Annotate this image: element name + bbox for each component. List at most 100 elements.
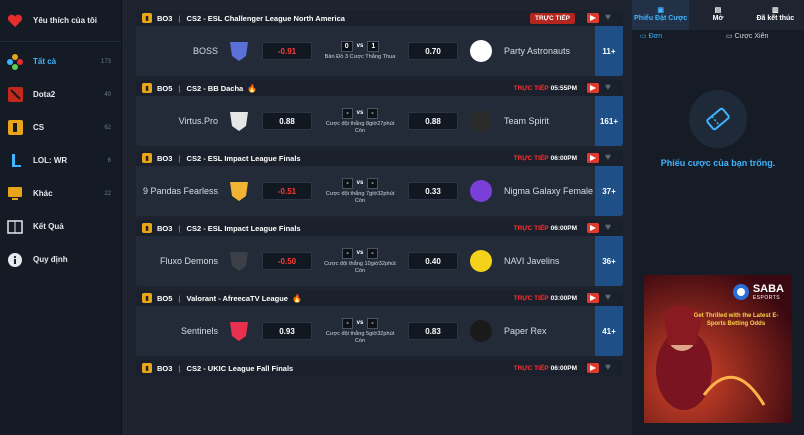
favorite-heart-icon[interactable]: ♥: [605, 293, 617, 303]
promo-banner[interactable]: SABA ESPORTS Get Thrilled with the Latest…: [644, 275, 792, 423]
ticket-icon: ▣: [657, 7, 664, 14]
bet-type-tabs: ▭ Đơn ▭ Cược Xiên: [632, 30, 804, 42]
match-status: - vs - Cược đội thắng 7giờ32phút Còn: [320, 177, 400, 205]
live-badge: TRỰC TIẾP: [513, 364, 549, 372]
away-team-logo: [466, 246, 496, 276]
league-name: CS2 - ESL Impact League Finals: [186, 223, 301, 233]
sidebar-item-label: Quy định: [33, 255, 68, 264]
bet-slip-panel: ▣ Phiếu Đặt Cược ▤ Mở ▥ Đã kết thúc ▭ Đơ…: [632, 0, 804, 435]
tab-parlay[interactable]: ▭ Cược Xiên: [718, 30, 804, 42]
best-of-label: BO3: [157, 13, 173, 23]
home-odds-button[interactable]: -0.51: [262, 182, 312, 200]
home-team-name[interactable]: Virtus.Pro: [136, 116, 224, 126]
scoreline: - vs -: [320, 247, 400, 259]
monitor-icon: [6, 185, 24, 203]
away-odds-button[interactable]: 0.33: [408, 182, 458, 200]
favorite-heart-icon[interactable]: ♥: [605, 13, 617, 23]
home-score: -: [342, 317, 353, 329]
match-card: ▮ BO5 | CS2 - BB Dacha 🔥 TRỰC TIẾP 05:55…: [136, 80, 623, 146]
stream-play-button[interactable]: [587, 153, 599, 163]
live-badge: TRỰC TIẾP: [513, 294, 549, 302]
match-status: - vs - Cược đội thắng 8giờ27phút Còn: [320, 107, 400, 135]
sidebar-item-lolwr[interactable]: LOL: WR 6: [0, 144, 121, 177]
match-list: ▮ BO3 | CS2 - ESL Challenger League Nort…: [136, 10, 623, 435]
separator: |: [178, 83, 181, 93]
separator: |: [178, 153, 181, 163]
more-markets-button[interactable]: 41+: [595, 306, 623, 356]
home-team-name[interactable]: 9 Pandas Fearless: [136, 186, 224, 196]
match-time: 06:00PM: [550, 154, 577, 162]
away-score: -: [367, 317, 378, 329]
favorite-heart-icon[interactable]: ♥: [605, 83, 617, 93]
live-badge: TRỰC TIẾP: [513, 224, 549, 232]
market-info: Cược đội thắng 5giờ32phút Còn: [325, 330, 395, 344]
home-odds-button[interactable]: -0.50: [262, 252, 312, 270]
away-odds-button[interactable]: 0.88: [408, 112, 458, 130]
home-odds-button[interactable]: 0.93: [262, 322, 312, 340]
stream-play-button[interactable]: [587, 223, 599, 233]
game-icon: ▮: [142, 363, 152, 373]
sidebar-item-favorites[interactable]: Yêu thích của tôi: [0, 0, 121, 42]
home-odds-button[interactable]: 0.88: [262, 112, 312, 130]
sidebar-item-all[interactable]: Tất cả 173: [0, 45, 121, 78]
empty-slip: Phiếu cược của bạn trống.: [632, 70, 804, 169]
more-markets-button[interactable]: 11+: [595, 26, 623, 76]
league-name: CS2 - UKIC League Fall Finals: [186, 363, 294, 373]
away-odds-button[interactable]: 0.70: [408, 42, 458, 60]
sidebar-item-count: 6: [107, 157, 111, 164]
away-score: 1: [367, 41, 380, 52]
stream-play-button[interactable]: [587, 13, 599, 23]
ticket-empty-icon: [689, 90, 747, 148]
sidebar-item-count: 22: [104, 190, 111, 197]
tab-settled[interactable]: ▥ Đã kết thúc: [747, 0, 804, 30]
home-team-logo: [224, 176, 254, 206]
saba-logo-icon: [732, 284, 749, 300]
tab-open[interactable]: ▤ Mở: [689, 0, 746, 30]
more-markets-button[interactable]: 37+: [595, 166, 623, 216]
away-odds-button[interactable]: 0.40: [408, 252, 458, 270]
favorite-heart-icon[interactable]: ♥: [605, 223, 617, 233]
saba-logo: SABA ESPORTS: [732, 283, 784, 301]
favorite-heart-icon[interactable]: ♥: [605, 363, 617, 373]
match-header: ▮ BO5 | Valorant - AfreecaTV League 🔥 TR…: [136, 290, 623, 306]
match-header: ▮ BO5 | CS2 - BB Dacha 🔥 TRỰC TIẾP 05:55…: [136, 80, 623, 96]
match-card: ▮ BO3 | CS2 - ESL Impact League Finals 🔥…: [136, 220, 623, 286]
home-team-name[interactable]: Fluxo Demons: [136, 256, 224, 266]
game-icon: ▮: [142, 223, 152, 233]
sidebar-item-cs[interactable]: CS 62: [0, 111, 121, 144]
sidebar-item-label: Dota2: [33, 90, 56, 99]
open-bets-icon: ▤: [714, 7, 722, 14]
tab-single[interactable]: ▭ Đơn: [632, 30, 718, 42]
stream-play-button[interactable]: [587, 83, 599, 93]
match-body: Fluxo Demons -0.50 - vs - Cược đội thắng…: [136, 236, 623, 286]
sidebar: Yêu thích của tôi Tất cả 173 Dota2 40 CS…: [0, 0, 122, 435]
match-time: 03:00PM: [550, 294, 577, 302]
stream-play-button[interactable]: [587, 293, 599, 303]
home-odds-button[interactable]: -0.91: [262, 42, 312, 60]
scoreboard-icon: [6, 218, 24, 236]
match-card: ▮ BO3 | CS2 - ESL Challenger League Nort…: [136, 10, 623, 76]
sidebar-item-other[interactable]: Khác 22: [0, 177, 121, 210]
more-markets-button[interactable]: 161+: [595, 96, 623, 146]
more-markets-button[interactable]: 36+: [595, 236, 623, 286]
home-team-name[interactable]: BOSS: [136, 46, 224, 56]
sidebar-item-dota2[interactable]: Dota2 40: [0, 78, 121, 111]
match-status: 0 vs 1 Bản Đồ 3 Cược Thắng Thua: [320, 41, 400, 61]
live-badge: TRỰC TIẾP: [529, 12, 575, 24]
best-of-label: BO3: [157, 223, 173, 233]
match-card: ▮ BO3 | CS2 - ESL Impact League Finals 🔥…: [136, 150, 623, 216]
match-time: 06:00PM: [550, 364, 577, 372]
away-score: -: [367, 107, 378, 119]
stream-play-button[interactable]: [587, 363, 599, 373]
favorite-heart-icon[interactable]: ♥: [605, 153, 617, 163]
sidebar-item-results[interactable]: Kết Quả: [0, 210, 121, 243]
game-icon: ▮: [142, 83, 152, 93]
separator: |: [178, 363, 181, 373]
sidebar-item-rules[interactable]: Quy định: [0, 243, 121, 276]
home-score: -: [342, 247, 353, 259]
empty-slip-text: Phiếu cược của bạn trống.: [660, 158, 776, 168]
away-odds-button[interactable]: 0.83: [408, 322, 458, 340]
game-icon: ▮: [142, 13, 152, 23]
tab-bet-slip[interactable]: ▣ Phiếu Đặt Cược: [632, 0, 690, 30]
home-team-name[interactable]: Sentinels: [136, 326, 224, 336]
